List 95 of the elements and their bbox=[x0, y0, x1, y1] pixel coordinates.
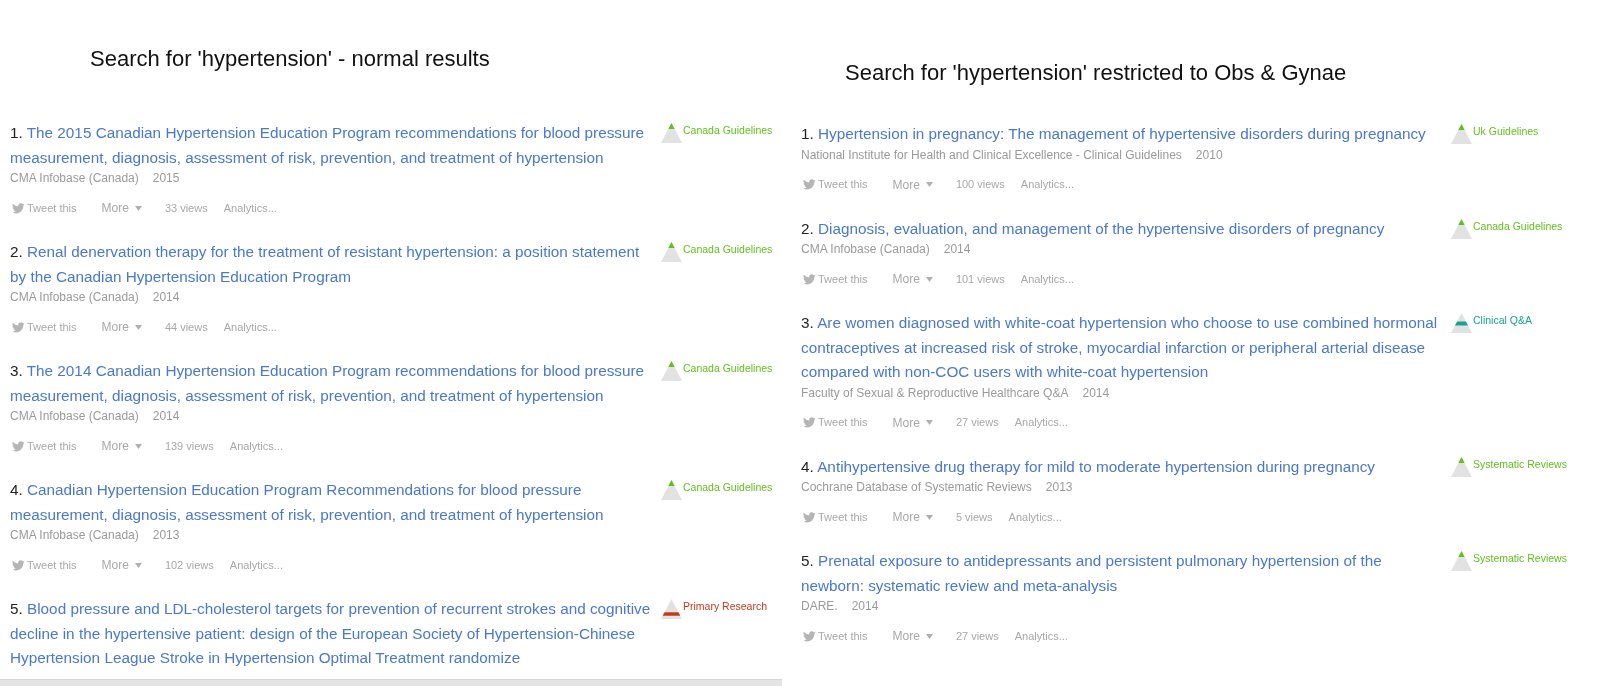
analytics-link[interactable]: Analytics... bbox=[229, 556, 283, 574]
result-title-link[interactable]: 4. Antihypertensive drug therapy for mild to moderate hypertension during pregnancy bbox=[801, 454, 1444, 479]
publication-year: 2014 bbox=[1082, 384, 1110, 401]
analytics-link[interactable]: Analytics... bbox=[1014, 627, 1068, 645]
bird-icon bbox=[803, 179, 816, 190]
more-dropdown[interactable]: More bbox=[101, 200, 142, 216]
caret-icon bbox=[925, 514, 933, 520]
more-dropdown[interactable]: More bbox=[892, 271, 933, 287]
publication-year: 2013 bbox=[152, 527, 180, 543]
evidence-type-label: Systematic Reviews bbox=[1473, 456, 1567, 471]
result-title-link[interactable]: 1. The 2015 Canadian Hypertension Education Program recommendations for blood pressure measurement, diagnosis, assessment of risk, prevention, and treatment of hypertension bbox=[10, 121, 655, 170]
view-count: 139 views bbox=[164, 438, 214, 454]
panel-heading: Search for 'hypertension' - normal results bbox=[90, 46, 490, 72]
more-dropdown[interactable]: More bbox=[892, 509, 933, 525]
tweet-link[interactable]: Tweet this bbox=[803, 508, 868, 526]
publication-year: 2014 bbox=[851, 598, 879, 614]
result-title-link[interactable]: 4. Canadian Hypertension Education Program Recommendations for blood pressure measurement, diagnosis, assessment of risk, prevention, and treatment of hypertension bbox=[10, 478, 655, 527]
analytics-link[interactable]: Analytics... bbox=[1014, 414, 1068, 431]
more-dropdown[interactable]: More bbox=[101, 438, 142, 454]
tweet-link[interactable]: Tweet this bbox=[12, 556, 77, 574]
tweet-link[interactable]: Tweet this bbox=[803, 627, 868, 645]
evidence-type-label: Canada Guidelines bbox=[1473, 218, 1563, 233]
more-dropdown[interactable]: More bbox=[892, 176, 933, 193]
caret-icon bbox=[134, 324, 142, 330]
caret-icon bbox=[925, 633, 933, 639]
tweet-link[interactable]: Tweet this bbox=[12, 199, 77, 217]
tweet-link[interactable]: Tweet this bbox=[803, 176, 868, 193]
evidence-type-label: Canada Guidelines bbox=[683, 361, 773, 375]
caret-icon bbox=[925, 276, 933, 282]
publication-year: 2014 bbox=[152, 408, 180, 424]
caret-icon bbox=[925, 420, 933, 425]
bird-icon bbox=[803, 630, 816, 642]
caret-icon bbox=[134, 443, 142, 449]
bird-icon bbox=[803, 417, 816, 428]
more-dropdown[interactable]: More bbox=[892, 414, 933, 431]
publication-year: 2010 bbox=[1195, 146, 1223, 163]
view-count: 33 views bbox=[164, 200, 208, 216]
source-name: Cochrane Database of Systematic Reviews bbox=[801, 479, 1032, 495]
caret-icon bbox=[134, 205, 142, 211]
bird-icon bbox=[803, 273, 816, 285]
publication-year: 2014 bbox=[152, 289, 180, 305]
evidence-type-label: Systematic Reviews bbox=[1473, 551, 1567, 565]
tweet-link[interactable]: Tweet this bbox=[12, 318, 77, 336]
bird-icon bbox=[12, 440, 25, 452]
caret-icon bbox=[925, 182, 933, 187]
source-name: Faculty of Sexual & Reproductive Healthcare Q&A bbox=[801, 384, 1069, 401]
analytics-link[interactable]: Analytics... bbox=[223, 318, 277, 336]
analytics-link[interactable]: Analytics... bbox=[1020, 270, 1074, 288]
view-count: 27 views bbox=[955, 628, 999, 644]
horizontal-scrollbar[interactable] bbox=[0, 679, 782, 686]
view-count: 102 views bbox=[164, 557, 214, 573]
publication-year: 2013 bbox=[1045, 479, 1073, 495]
more-dropdown[interactable]: More bbox=[101, 557, 142, 573]
evidence-type-label: Uk Guidelines bbox=[1473, 124, 1539, 138]
result-title-link[interactable]: 5. Prenatal exposure to antidepressants and persistent pulmonary hypertension of the newborn: systematic review and meta-analysis bbox=[801, 549, 1444, 598]
caret-icon bbox=[134, 562, 142, 568]
view-count: 27 views bbox=[955, 415, 999, 431]
panel-heading: Search for 'hypertension' restricted to Obs & Gynae bbox=[845, 60, 1347, 86]
publication-year: 2014 bbox=[943, 241, 971, 257]
source-name: CMA Infobase (Canada) bbox=[10, 289, 139, 305]
view-count: 100 views bbox=[955, 177, 1005, 193]
analytics-link[interactable]: Analytics... bbox=[1008, 508, 1062, 526]
evidence-type-label: Canada Guidelines bbox=[683, 123, 773, 137]
tweet-link[interactable]: Tweet this bbox=[803, 414, 868, 431]
tweet-link[interactable]: Tweet this bbox=[12, 437, 77, 455]
source-name: National Institute for Health and Clinical Excellence - Clinical Guidelines bbox=[801, 146, 1182, 163]
evidence-type-label: Canada Guidelines bbox=[683, 480, 773, 494]
view-count: 44 views bbox=[164, 319, 208, 335]
analytics-link[interactable]: Analytics... bbox=[229, 437, 283, 455]
result-title-link[interactable]: 5. Blood pressure and LDL-cholesterol targets for prevention of recurrent strokes and cognitive decline in the hypertensive patient: design of the European Society of Hypertension-Chinese Hypertension League Stroke in Hypertension Optimal Treatment randomize bbox=[10, 597, 655, 671]
source-name: CMA Infobase (Canada) bbox=[801, 241, 930, 257]
bird-icon bbox=[12, 321, 25, 333]
result-title-link[interactable]: 2. Diagnosis, evaluation, and management of the hypertensive disorders of pregnancy bbox=[801, 216, 1444, 241]
result-title-link[interactable]: 1. Hypertension in pregnancy: The management of hypertensive disorders during pregnancy bbox=[801, 122, 1444, 147]
bird-icon bbox=[12, 559, 25, 571]
result-title-link[interactable]: 3. Are women diagnosed with white-coat hypertension who choose to use combined hormonal contraceptives at increased risk of stroke, myocardial infarction or peripheral arterial disease compared with non-COC users with white-coat hypertension bbox=[801, 311, 1444, 385]
evidence-type-label: Clinical Q&A bbox=[1473, 313, 1532, 327]
source-name: CMA Infobase (Canada) bbox=[10, 527, 139, 543]
view-count: 5 views bbox=[955, 509, 993, 525]
view-count: 101 views bbox=[955, 271, 1005, 287]
source-name: DARE. bbox=[801, 598, 838, 614]
more-dropdown[interactable]: More bbox=[892, 628, 933, 644]
tweet-link[interactable]: Tweet this bbox=[803, 270, 868, 288]
result-title-link[interactable]: 2. Renal denervation therapy for the treatment of resistant hypertension: a position statement by the Canadian Hypertension Education Program bbox=[10, 240, 655, 289]
source-name: CMA Infobase (Canada) bbox=[10, 170, 139, 186]
bird-icon bbox=[12, 202, 25, 214]
analytics-link[interactable]: Analytics... bbox=[223, 199, 277, 217]
analytics-link[interactable]: Analytics... bbox=[1020, 176, 1074, 193]
evidence-type-label: Canada Guidelines bbox=[683, 242, 773, 256]
publication-year: 2015 bbox=[152, 170, 180, 186]
evidence-type-label: Primary Research bbox=[683, 599, 768, 613]
result-title-link[interactable]: 3. The 2014 Canadian Hypertension Education Program recommendations for blood pressure measurement, diagnosis, assessment of risk, prevention, and treatment of hypertension bbox=[10, 359, 655, 408]
source-name: CMA Infobase (Canada) bbox=[10, 408, 139, 424]
more-dropdown[interactable]: More bbox=[101, 319, 142, 335]
bird-icon bbox=[803, 511, 816, 523]
